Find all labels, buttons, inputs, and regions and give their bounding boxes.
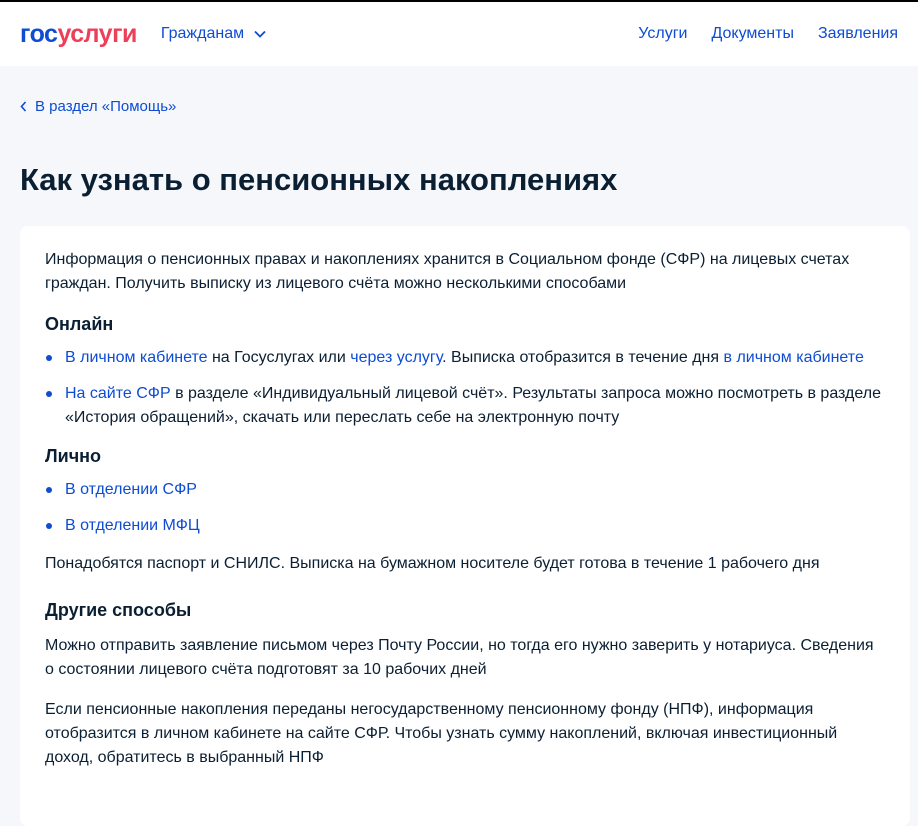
other-text-1: Можно отправить заявление письмом через … <box>45 637 874 678</box>
citizens-dropdown[interactable]: Гражданам <box>161 25 266 43</box>
personal-account-link[interactable]: В личном кабинете <box>65 349 208 366</box>
service-link[interactable]: через услугу <box>350 349 442 366</box>
personal-list: В отделении СФР В отделении МФЦ <box>45 478 885 538</box>
personal-heading: Лично <box>45 446 102 466</box>
online-heading: Онлайн <box>45 314 114 334</box>
personal-account-link-2[interactable]: в личном кабинете <box>724 349 864 366</box>
chevron-left-icon <box>20 101 27 112</box>
header: госуслуги Гражданам Услуги Документы Зая… <box>0 2 918 66</box>
main-nav: Услуги Документы Заявления <box>638 25 898 43</box>
list-item: В отделении СФР <box>45 478 885 502</box>
personal-note: Понадобятся паспорт и СНИЛС. Выписка на … <box>45 555 820 572</box>
other-heading: Другие способы <box>45 600 192 620</box>
nav-services[interactable]: Услуги <box>638 25 687 43</box>
mfc-office-link[interactable]: В отделении МФЦ <box>65 517 200 534</box>
intro-text: Информация о пенсионных правах и накопле… <box>45 251 850 292</box>
list-item: На сайте СФР в разделе «Индивидуальный л… <box>45 382 885 430</box>
list-item: В отделении МФЦ <box>45 514 885 538</box>
nav-applications[interactable]: Заявления <box>818 25 898 43</box>
gosuslugi-logo[interactable]: госуслуги <box>20 20 137 49</box>
other-text-2: Если пенсионные накопления переданы него… <box>45 701 838 766</box>
chevron-down-icon <box>254 30 266 38</box>
nav-documents[interactable]: Документы <box>711 25 793 43</box>
sfr-office-link[interactable]: В отделении СФР <box>65 481 197 498</box>
page-title: Как узнать о пенсионных накоплениях <box>20 162 618 197</box>
content-card: Информация о пенсионных правах и накопле… <box>20 226 910 826</box>
online-list: В личном кабинете на Госуслугах или чере… <box>45 346 885 430</box>
back-link[interactable]: В раздел «Помощь» <box>20 98 176 115</box>
list-item: В личном кабинете на Госуслугах или чере… <box>45 346 885 370</box>
sfr-site-link[interactable]: На сайте СФР <box>65 385 171 402</box>
